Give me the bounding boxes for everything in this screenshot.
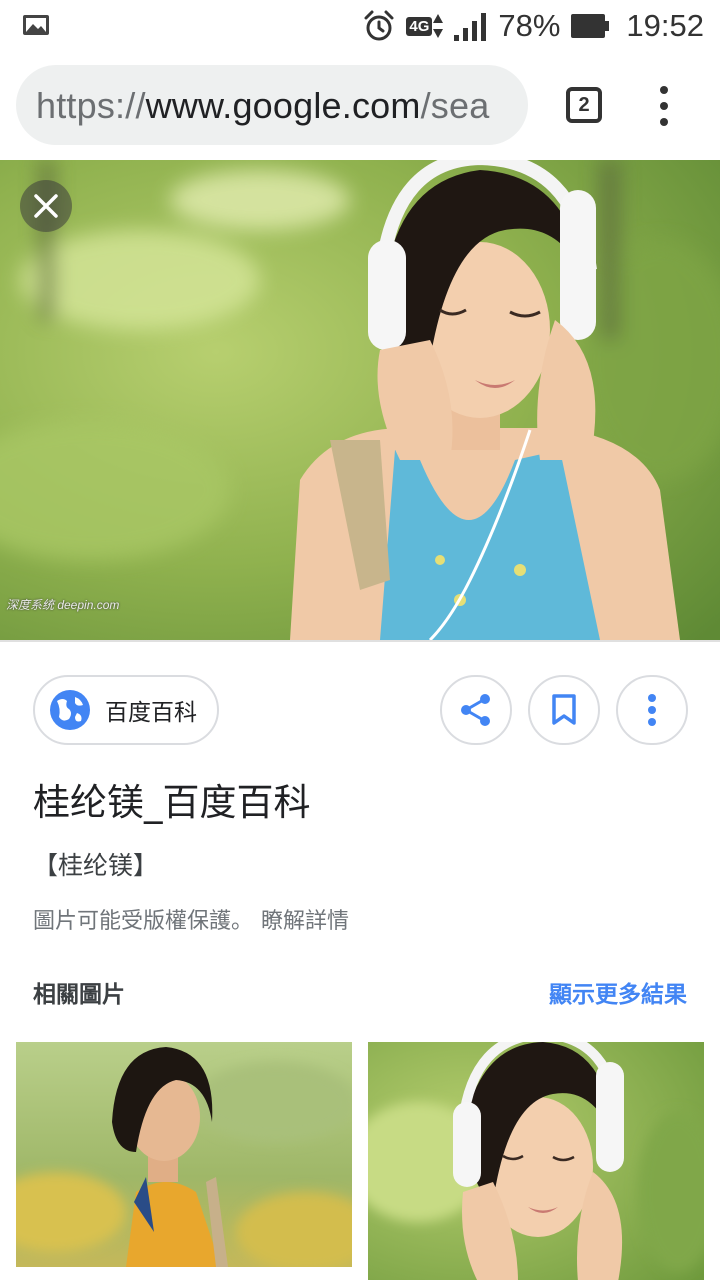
url-text: https://www.google.com/sea [36,85,489,127]
share-button[interactable] [440,675,512,745]
save-button[interactable] [528,675,600,745]
more-options-button[interactable] [616,675,688,745]
data-arrows-icon [433,14,444,38]
gallery-icon [23,15,49,35]
clock: 19:52 [626,8,704,43]
related-image-1[interactable] [16,1042,352,1267]
url-path: /sea [420,85,490,126]
battery-icon [571,14,610,38]
network-type-label: 4G [406,16,433,36]
browser-toolbar: https://www.google.com/sea 2 [0,52,720,160]
preview-image[interactable] [0,160,720,640]
divider [0,640,720,642]
globe-icon [50,690,90,730]
status-bar: 4G 78% 19:52 [0,0,720,52]
close-button[interactable] [20,180,72,232]
bookmark-icon [552,694,576,725]
show-more-results-link[interactable]: 顯示更多結果 [549,975,687,1009]
url-scheme: https:// [36,85,146,126]
url-host: www.google.com [145,85,421,126]
source-chip[interactable]: 百度百科 [33,675,219,745]
copyright-text: 圖片可能受版權保護。 [33,909,254,934]
network-indicator: 4G [406,12,444,40]
tab-count: 2 [578,93,590,116]
short-hair-woman-photo [16,1042,352,1267]
tab-switcher-button[interactable]: 2 [566,87,602,123]
address-bar[interactable]: https://www.google.com/sea [16,65,528,145]
share-icon [461,694,490,726]
alarm-icon [364,10,394,41]
close-icon [34,194,58,218]
result-title[interactable]: 桂纶镁_百度百科 [33,772,311,826]
learn-more-link[interactable]: 瞭解詳情 [261,909,349,934]
copyright-notice: 圖片可能受版權保護。 瞭解詳情 [33,903,349,935]
headphones-girl-photo-small [368,1042,704,1280]
result-snippet: 【桂纶镁】 [33,851,159,880]
more-vert-icon [648,694,656,726]
browser-menu-icon[interactable] [654,86,674,126]
image-watermark: 深度系统 deepin.com [6,598,120,612]
related-image-2[interactable] [368,1042,704,1280]
related-images-heading: 相關圖片 [33,982,125,1008]
headphones-girl-photo [0,160,720,640]
signal-icon [454,13,487,41]
battery-percent: 78% [498,8,561,43]
source-name: 百度百科 [105,700,197,726]
